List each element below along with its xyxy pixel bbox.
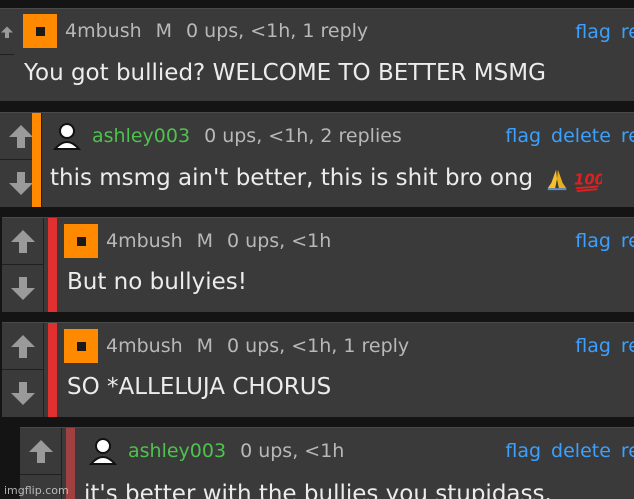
comment-body: it's better with the bullies you stupida… bbox=[84, 481, 552, 499]
comment-stats: 0 ups, <1h bbox=[240, 440, 345, 462]
comment-meta: 4mbush M 0 ups, <1h bbox=[64, 224, 331, 258]
comment-actions: flag delete re bbox=[505, 440, 634, 462]
vote-column bbox=[0, 9, 14, 101]
comment-actions: flag re bbox=[575, 335, 634, 357]
arrow-up-icon bbox=[1, 26, 13, 38]
comment: 4mbush M 0 ups, <1h, 1 reply flag re You… bbox=[0, 8, 634, 101]
thread-stripe bbox=[32, 113, 41, 207]
comment: ashley003 0 ups, <1h flag delete re it's… bbox=[20, 427, 634, 499]
delete-link[interactable]: delete bbox=[551, 125, 611, 147]
comment-stats: 0 ups, <1h bbox=[227, 230, 332, 252]
comment-meta: 4mbush M 0 ups, <1h, 1 reply bbox=[23, 14, 368, 48]
flag-link[interactable]: flag bbox=[575, 335, 611, 357]
reply-link[interactable]: re bbox=[621, 230, 634, 252]
comment-body: this msmg ain't better, this is shit bro… bbox=[50, 165, 602, 192]
downvote-button[interactable] bbox=[2, 370, 44, 417]
folded-hands-emoji bbox=[548, 169, 567, 190]
comment-actions: flag re bbox=[575, 230, 634, 252]
hundred-points-emoji: 100 bbox=[574, 170, 602, 192]
vote-column bbox=[2, 218, 44, 312]
user-avatar[interactable] bbox=[86, 434, 120, 468]
comment: 4mbush M 0 ups, <1h, 1 reply flag re SO … bbox=[2, 322, 634, 417]
reply-link[interactable]: re bbox=[621, 125, 634, 147]
downvote-button[interactable] bbox=[0, 55, 14, 101]
upvote-button[interactable] bbox=[2, 323, 44, 370]
arrow-down-icon bbox=[9, 171, 33, 195]
comment: 4mbush M 0 ups, <1h flag re But no bully… bbox=[2, 217, 634, 312]
flag-link[interactable]: flag bbox=[505, 125, 541, 147]
reply-link[interactable]: re bbox=[621, 21, 634, 43]
comment-body: But no bullyies! bbox=[67, 269, 247, 295]
delete-link[interactable]: delete bbox=[551, 440, 611, 462]
comment-meta: ashley003 0 ups, <1h bbox=[86, 434, 344, 468]
user-icon bbox=[52, 123, 82, 150]
orange-avatar[interactable] bbox=[23, 14, 57, 48]
arrow-down-icon bbox=[11, 276, 35, 300]
comment-actions: flag delete re bbox=[505, 125, 634, 147]
comment: ashley003 0 ups, <1h, 2 replies flag del… bbox=[0, 112, 634, 207]
comment-stats: 0 ups, <1h, 2 replies bbox=[204, 125, 402, 147]
comment-body-text: this msmg ain't better, this is shit bro… bbox=[50, 165, 534, 191]
orange-avatar[interactable] bbox=[64, 329, 98, 363]
arrow-up-icon bbox=[9, 125, 33, 148]
upvote-button[interactable] bbox=[0, 9, 14, 55]
reply-link[interactable]: re bbox=[621, 335, 634, 357]
username-link[interactable]: 4mbush bbox=[106, 335, 183, 357]
arrow-up-icon bbox=[11, 335, 35, 358]
comment-actions: flag re bbox=[575, 21, 634, 43]
username-link[interactable]: 4mbush bbox=[106, 230, 183, 252]
flag-link[interactable]: flag bbox=[505, 440, 541, 462]
upvote-button[interactable] bbox=[2, 218, 44, 265]
upvote-button[interactable] bbox=[20, 428, 62, 475]
comment-stats: 0 ups, <1h, 1 reply bbox=[186, 20, 369, 42]
thread-stripe bbox=[48, 218, 57, 312]
arrow-up-icon bbox=[11, 230, 35, 253]
mod-badge: M bbox=[155, 20, 173, 42]
mod-badge: M bbox=[196, 335, 214, 357]
arrow-down-icon bbox=[11, 381, 35, 405]
downvote-button[interactable] bbox=[2, 265, 44, 312]
reply-link[interactable]: re bbox=[621, 440, 634, 462]
imgflip-watermark: imgflip.com bbox=[4, 484, 69, 497]
flag-link[interactable]: flag bbox=[575, 230, 611, 252]
orange-avatar[interactable] bbox=[64, 224, 98, 258]
comment-body: You got bullied? WELCOME TO BETTER MSMG bbox=[24, 60, 546, 86]
vote-column bbox=[2, 323, 44, 417]
mod-badge: M bbox=[196, 230, 214, 252]
user-icon bbox=[88, 438, 118, 465]
comment-meta: ashley003 0 ups, <1h, 2 replies bbox=[50, 119, 402, 153]
comment-body: SO *ALLELUJA CHORUS bbox=[67, 374, 332, 400]
comment-stats: 0 ups, <1h, 1 reply bbox=[227, 335, 410, 357]
flag-link[interactable]: flag bbox=[575, 21, 611, 43]
emoji-group: 100 bbox=[544, 166, 602, 192]
user-avatar[interactable] bbox=[50, 119, 84, 153]
username-link[interactable]: 4mbush bbox=[65, 20, 142, 42]
arrow-up-icon bbox=[29, 440, 53, 463]
thread-stripe bbox=[48, 323, 57, 417]
username-link[interactable]: ashley003 bbox=[128, 440, 226, 462]
username-link[interactable]: ashley003 bbox=[92, 125, 190, 147]
comment-meta: 4mbush M 0 ups, <1h, 1 reply bbox=[64, 329, 409, 363]
